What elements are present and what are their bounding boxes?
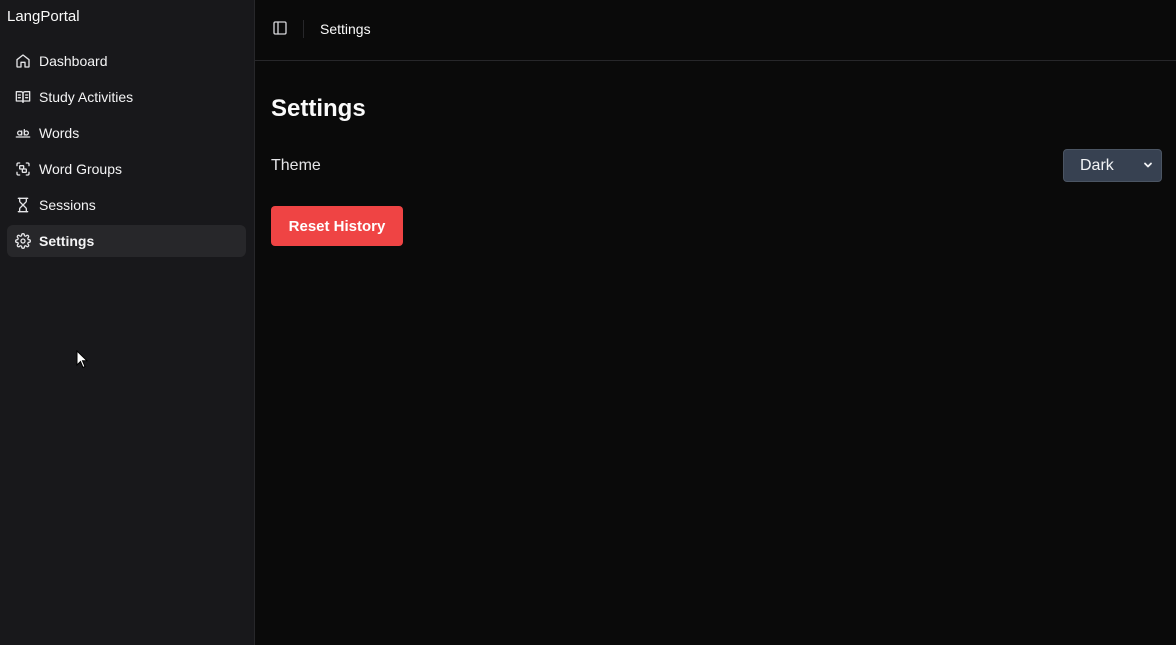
sidebar-item-settings[interactable]: Settings: [7, 225, 246, 257]
mouse-cursor-icon: [76, 350, 88, 369]
gear-icon: [15, 233, 31, 249]
sidebar-item-label: Words: [39, 125, 80, 141]
chevron-down-icon: [1144, 162, 1152, 168]
theme-select-value: Dark: [1080, 156, 1114, 174]
sidebar: LangPortal Dashboard Study Activities Wo…: [0, 0, 255, 645]
theme-row: Theme Dark: [271, 149, 1162, 182]
sidebar-item-label: Dashboard: [39, 53, 108, 69]
sidebar-item-dashboard[interactable]: Dashboard: [7, 45, 246, 77]
sidebar-item-study-activities[interactable]: Study Activities: [7, 81, 246, 113]
settings-content: Settings Theme Dark Reset History: [271, 95, 1162, 246]
sidebar-item-sessions[interactable]: Sessions: [7, 189, 246, 221]
book-open-icon: [15, 89, 31, 105]
reset-history-button[interactable]: Reset History: [271, 206, 403, 246]
sidebar-item-words[interactable]: Words: [7, 117, 246, 149]
group-icon: [15, 161, 31, 177]
main-area: Settings Settings Theme Dark Reset Histo…: [255, 0, 1176, 645]
header-divider: [303, 20, 304, 38]
sidebar-nav: Dashboard Study Activities Words Word Gr…: [7, 45, 246, 261]
sidebar-item-label: Study Activities: [39, 89, 134, 105]
theme-select[interactable]: Dark: [1063, 149, 1162, 182]
page-title: Settings: [271, 95, 366, 122]
hourglass-icon: [15, 197, 31, 213]
whole-word-icon: [15, 125, 31, 141]
top-bar: Settings: [255, 0, 1176, 61]
theme-label: Theme: [271, 156, 321, 174]
sidebar-item-label: Sessions: [39, 197, 96, 213]
breadcrumb: Settings: [320, 21, 371, 37]
app-root: LangPortal Dashboard Study Activities Wo…: [0, 0, 1176, 645]
house-icon: [15, 53, 31, 69]
app-title: LangPortal: [7, 8, 80, 25]
sidebar-item-word-groups[interactable]: Word Groups: [7, 153, 246, 185]
sidebar-item-label: Word Groups: [39, 161, 122, 177]
sidebar-toggle-icon[interactable]: [272, 20, 290, 38]
sidebar-item-label: Settings: [39, 233, 95, 249]
